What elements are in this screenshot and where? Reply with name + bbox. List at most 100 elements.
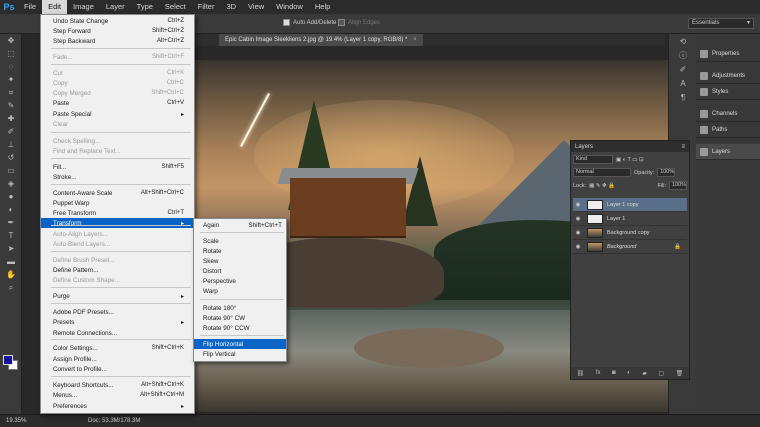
eraser-icon[interactable]: ▭ [0,164,22,177]
character-icon[interactable]: A [669,76,697,90]
dock-layers[interactable]: Layers [696,144,760,160]
healing-brush-icon[interactable]: ✚ [0,112,22,125]
menu-file[interactable]: File [18,0,42,14]
layer-row-layer-1-copy[interactable]: ◉ Layer 1 copy [573,198,687,212]
edit-menu-item-step-backward[interactable]: Step Backward Alt+Ctrl+Z [41,36,194,46]
move-tool-icon[interactable]: ✥ [0,34,22,47]
transform-item-distort[interactable]: Distort [194,266,286,276]
eyedropper-icon[interactable]: ✎ [0,99,22,112]
edit-menu-item-define-pattern[interactable]: Define Pattern... [41,265,194,275]
brush-tool-icon[interactable]: ✐ [0,125,22,138]
adjustment-layer-icon[interactable]: ◐ [627,370,631,376]
transform-item-rotate-90-ccw[interactable]: Rotate 90° CCW [194,323,286,333]
eye-icon[interactable]: ◉ [573,230,583,236]
path-selection-icon[interactable]: ➤ [0,242,22,255]
hand-tool-icon[interactable]: ✋ [0,268,22,281]
trash-icon[interactable]: 🗑 [676,370,684,377]
edit-menu-item-color-settings[interactable]: Color Settings... Shift+Ctrl+K [41,343,194,353]
edit-menu-item-presets[interactable]: Presets ▸ [41,317,194,327]
workspace-select[interactable]: Essentials ▾ [688,18,754,29]
link-layers-icon[interactable]: ⛓ [577,370,585,377]
dock-properties[interactable]: Properties [696,46,760,62]
transform-item-warp[interactable]: Warp [194,286,286,296]
eye-icon[interactable]: ◉ [573,216,583,222]
document-tab[interactable]: Epic Cabin Image Sleekliens 2.jpg @ 19.4… [219,34,423,46]
edit-menu-item-stroke[interactable]: Stroke... [41,172,194,182]
edit-menu-item-paste[interactable]: Paste Ctrl+V [41,98,194,108]
lock-icons[interactable]: ▦ ✎ ✥ 🔒 [589,183,615,189]
align-edges-option[interactable]: Align Edges [338,19,380,26]
clone-stamp-icon[interactable]: ⊥ [0,138,22,151]
menu-3d[interactable]: 3D [220,0,242,14]
edit-menu-item-keyboard-shortcuts[interactable]: Keyboard Shortcuts... Alt+Shift+Ctrl+K [41,380,194,390]
edit-menu-item-convert-to-profile[interactable]: Convert to Profile... [41,364,194,374]
menu-view[interactable]: View [242,0,270,14]
brush-panel-icon[interactable]: ✐ [669,62,697,76]
edit-menu-item-adobe-pdf-presets[interactable]: Adobe PDF Presets... [41,307,194,317]
fx-icon[interactable]: fx [596,370,601,376]
auto-add-delete-checkbox[interactable] [283,19,290,26]
layer-row-layer-1[interactable]: ◉ Layer 1 [573,212,687,226]
transform-item-skew[interactable]: Skew [194,256,286,266]
transform-item-flip-vertical[interactable]: Flip Vertical [194,349,286,359]
document-info[interactable]: Doc: 53.3M/178.3M [88,415,140,427]
crop-tool-icon[interactable]: ⌗ [0,86,22,99]
transform-item-perspective[interactable]: Perspective [194,276,286,286]
type-tool-icon[interactable]: T [0,229,22,242]
filter-icons[interactable]: ▣ ◐ T ▭ ⊡ [616,157,644,163]
edit-menu-item-puppet-warp[interactable]: Puppet Warp [41,198,194,208]
new-group-icon[interactable]: ▰ [642,370,647,377]
menu-help[interactable]: Help [309,0,336,14]
eye-icon[interactable]: ◉ [573,202,583,208]
edit-menu-item-preferences[interactable]: Preferences ▸ [41,401,194,411]
new-layer-icon[interactable]: ▢ [658,370,664,377]
menu-select[interactable]: Select [159,0,192,14]
paragraph-icon[interactable]: ¶ [669,90,697,104]
close-icon[interactable]: × [413,37,417,43]
auto-add-delete-option[interactable]: Auto Add/Delete [283,19,336,26]
opacity-field[interactable]: 100% [657,168,676,177]
transform-item-scale[interactable]: Scale [194,236,286,246]
history-icon[interactable]: ⟲ [669,34,697,48]
dock-adjustments[interactable]: Adjustments [696,68,760,84]
transform-item-rotate[interactable]: Rotate [194,246,286,256]
layers-panel-title[interactable]: Layers [575,144,593,150]
kind-filter-select[interactable]: Kind [573,155,613,164]
foreground-color-swatch[interactable] [3,355,13,365]
edit-menu-item-purge[interactable]: Purge ▸ [41,291,194,301]
transform-item-flip-horizontal[interactable]: Flip Horizontal [194,339,286,349]
menu-edit[interactable]: Edit [42,0,68,14]
transform-item-rotate-180[interactable]: Rotate 180° [194,303,286,313]
history-brush-icon[interactable]: ↺ [0,151,22,164]
eye-icon[interactable]: ◉ [573,244,583,250]
zoom-level[interactable]: 19.35% [6,415,26,427]
menu-layer[interactable]: Layer [100,0,131,14]
panel-menu-icon[interactable]: ≡ [681,144,685,150]
dodge-tool-icon[interactable]: ◐ [0,203,22,216]
menu-window[interactable]: Window [270,0,309,14]
menu-filter[interactable]: Filter [192,0,221,14]
add-mask-icon[interactable]: ◙ [612,370,616,376]
transform-item-again[interactable]: Again Shift+Ctrl+T [194,220,286,230]
edit-menu-item-fill[interactable]: Fill... Shift+F5 [41,162,194,172]
edit-menu-item-content-aware-scale[interactable]: Content-Aware Scale Alt+Shift+Ctrl+C [41,188,194,198]
edit-menu-item-transform[interactable]: Transform ▸ [41,218,194,228]
menu-image[interactable]: Image [67,0,100,14]
layer-row-background[interactable]: ◉ Background 🔒 [573,240,687,254]
edit-menu-item-menus[interactable]: Menus... Alt+Shift+Ctrl+M [41,390,194,400]
lasso-tool-icon[interactable]: ◌ [0,60,22,73]
shape-tool-icon[interactable]: ▬ [0,255,22,268]
pen-tool-icon[interactable]: ✒ [0,216,22,229]
paint-bucket-icon[interactable]: ◈ [0,177,22,190]
dock-paths[interactable]: Paths [696,122,760,138]
fill-field[interactable]: 100% [669,181,687,190]
edit-menu-item-step-forward[interactable]: Step Forward Shift+Ctrl+Z [41,26,194,36]
edit-menu-item-undo-state-change[interactable]: Undo State Change Ctrl+Z [41,16,194,26]
blur-tool-icon[interactable]: ● [0,190,22,203]
edit-menu-item-free-transform[interactable]: Free Transform Ctrl+T [41,208,194,218]
menu-type[interactable]: Type [131,0,159,14]
align-edges-checkbox[interactable] [338,19,345,26]
transform-item-rotate-90-cw[interactable]: Rotate 90° CW [194,313,286,323]
marquee-tool-icon[interactable]: ⬚ [0,47,22,60]
edit-menu-item-remote-connections[interactable]: Remote Connections... [41,328,194,338]
